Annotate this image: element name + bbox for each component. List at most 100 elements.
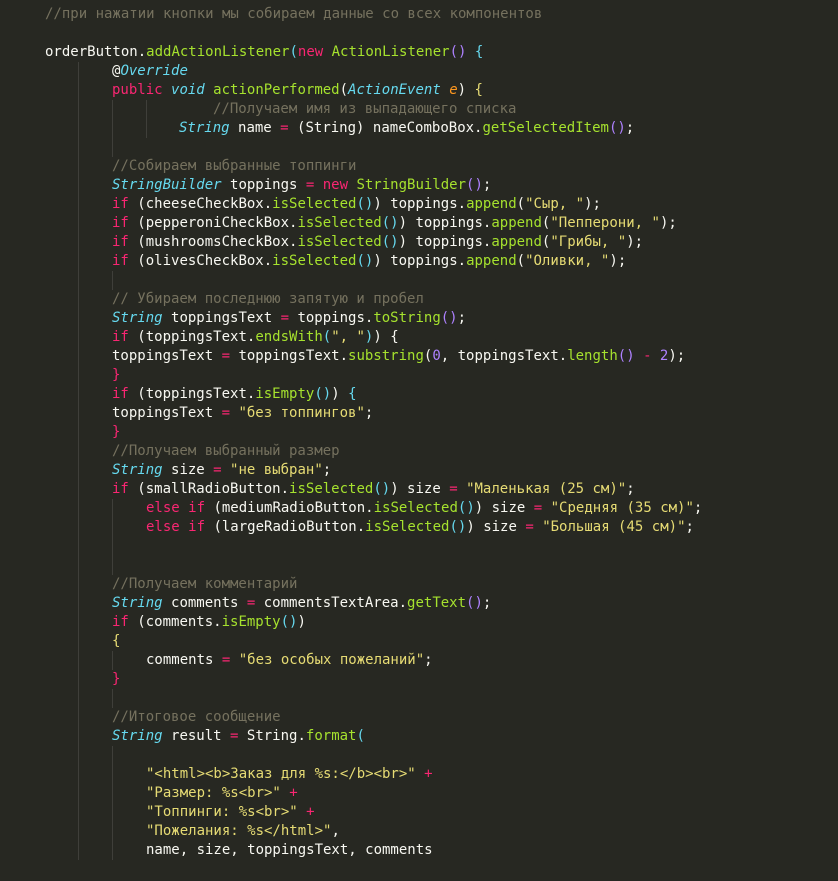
code-line[interactable] — [0, 24, 838, 43]
code-line[interactable]: @Override — [0, 62, 838, 81]
code-token: // Убираем последнюю запятую и пробел — [112, 291, 424, 307]
indent-guide — [112, 765, 113, 784]
code-token: = — [280, 310, 298, 326]
indent-guide — [78, 404, 79, 423]
code-token: isSelected — [373, 500, 458, 516]
code-line[interactable]: "Пожелания: %s</html>", — [0, 822, 838, 841]
code-line[interactable]: "Топпинги: %s<br>" + — [0, 803, 838, 822]
code-line[interactable]: if (pepperoniCheckBox.isSelected()) topp… — [0, 214, 838, 233]
code-line[interactable]: { — [0, 632, 838, 651]
code-token: if — [112, 253, 138, 269]
code-line[interactable] — [0, 271, 838, 290]
indent-guide — [78, 195, 79, 214]
code-token: append — [491, 234, 542, 250]
code-line[interactable] — [0, 689, 838, 708]
code-line[interactable]: if (toppingsText.endsWith(", ")) { — [0, 328, 838, 347]
code-token: toppingsText. — [145, 329, 256, 345]
code-line[interactable]: if (toppingsText.isEmpty()) { — [0, 385, 838, 404]
code-line[interactable]: if (cheeseCheckBox.isSelected()) topping… — [0, 195, 838, 214]
code-line[interactable]: String size = "не выбран"; — [0, 461, 838, 480]
code-line[interactable]: if (smallRadioButton.isSelected()) size … — [0, 480, 838, 499]
code-line[interactable]: if (comments.isEmpty()) — [0, 613, 838, 632]
code-line[interactable]: else if (mediumRadioButton.isSelected())… — [0, 499, 838, 518]
indent-guide — [112, 537, 113, 556]
code-token: ( — [137, 253, 146, 269]
code-token: ( — [289, 44, 298, 60]
code-line[interactable]: //Итоговое сообщение — [0, 708, 838, 727]
code-line-content: if (smallRadioButton.isSelected()) size … — [112, 480, 635, 499]
code-token: mushroomsCheckBox. — [145, 234, 298, 250]
code-token: ( — [137, 234, 146, 250]
indent-guide — [112, 119, 113, 138]
code-line[interactable]: String name = (String) nameComboBox.getS… — [0, 119, 838, 138]
indent-guide — [78, 366, 79, 385]
code-line[interactable]: String comments = commentsTextArea.getTe… — [0, 594, 838, 613]
code-line[interactable]: comments = "без особых пожеланий"; — [0, 651, 838, 670]
code-token: ) — [398, 215, 408, 231]
indent-guide — [112, 689, 113, 708]
code-line[interactable]: else if (largeRadioButton.isSelected()) … — [0, 518, 838, 537]
indent-guide — [78, 651, 79, 670]
code-line[interactable]: orderButton.addActionListener(new Action… — [0, 43, 838, 62]
code-line[interactable]: StringBuilder toppings = new StringBuild… — [0, 176, 838, 195]
code-line-content: else if (mediumRadioButton.isSelected())… — [146, 499, 702, 518]
code-token: isEmpty — [221, 614, 281, 630]
code-line[interactable] — [0, 746, 838, 765]
code-line[interactable]: toppingsText = toppingsText.substring(0,… — [0, 347, 838, 366]
code-editor[interactable]: //при нажатии кнопки мы собираем данные … — [0, 0, 838, 881]
code-line[interactable]: } — [0, 366, 838, 385]
code-line[interactable] — [0, 138, 838, 157]
code-token: + — [289, 785, 298, 801]
code-line[interactable]: // Убираем последнюю запятую и пробел — [0, 290, 838, 309]
code-token: ; — [424, 652, 433, 668]
code-line[interactable]: } — [0, 670, 838, 689]
code-token: toppings. — [407, 234, 492, 250]
code-line[interactable]: //Получаем выбранный размер — [0, 442, 838, 461]
code-token: getSelectedItem — [482, 120, 609, 136]
code-line[interactable] — [0, 556, 838, 575]
code-token: toppings. — [381, 253, 467, 269]
code-line[interactable]: //при нажатии кнопки мы собираем данные … — [0, 5, 838, 24]
code-line[interactable]: if (olivesCheckBox.isSelected()) topping… — [0, 252, 838, 271]
code-token: ; — [625, 120, 635, 136]
code-token: ) — [609, 253, 618, 269]
code-line[interactable]: String toppingsText = toppings.toString(… — [0, 309, 838, 328]
code-line[interactable]: //Получаем имя из выпадающего списка — [0, 100, 838, 119]
code-token: } — [112, 367, 121, 383]
code-line-content: //при нажатии кнопки мы собираем данные … — [45, 5, 542, 24]
code-line[interactable]: //Получаем комментарий — [0, 575, 838, 594]
code-line[interactable]: } — [0, 423, 838, 442]
indent-guide — [112, 784, 113, 803]
code-token: else if — [146, 500, 214, 516]
code-token: () — [608, 120, 626, 136]
code-token: if — [112, 481, 138, 497]
code-token: String — [179, 120, 239, 136]
code-token: endsWith — [255, 329, 323, 345]
code-line[interactable]: //Собираем выбранные топпинги — [0, 157, 838, 176]
indent-guide — [78, 157, 79, 176]
code-token: ; — [626, 481, 635, 497]
code-line[interactable]: name, size, toppingsText, comments — [0, 841, 838, 860]
indent-guide — [78, 81, 79, 100]
code-token: ( — [137, 329, 146, 345]
code-line-content: { — [112, 632, 120, 651]
code-line[interactable]: public void actionPerformed(ActionEvent … — [0, 81, 838, 100]
code-token: () — [381, 234, 399, 250]
code-token: toppings. — [297, 310, 374, 326]
code-line[interactable]: toppingsText = "без топпингов"; — [0, 404, 838, 423]
indent-guide — [78, 271, 79, 290]
indent-guide — [78, 347, 79, 366]
code-line[interactable]: "Размер: %s<br>" + — [0, 784, 838, 803]
code-line[interactable]: "<html><b>Заказ для %s:</b><br>" + — [0, 765, 838, 784]
code-token: isSelected — [365, 519, 450, 535]
code-line-content: if (olivesCheckBox.isSelected()) topping… — [112, 252, 626, 271]
code-line[interactable] — [0, 537, 838, 556]
code-token: = — [221, 405, 239, 421]
code-line[interactable]: if (mushroomsCheckBox.isSelected()) topp… — [0, 233, 838, 252]
code-token: toppingsText — [112, 348, 222, 364]
code-line-content: //Итоговое сообщение — [112, 708, 281, 727]
indent-guide — [78, 727, 79, 746]
code-line-content: "Пожелания: %s</html>", — [146, 822, 340, 841]
code-line[interactable]: String result = String.format( — [0, 727, 838, 746]
code-token: addActionListener — [146, 44, 290, 60]
